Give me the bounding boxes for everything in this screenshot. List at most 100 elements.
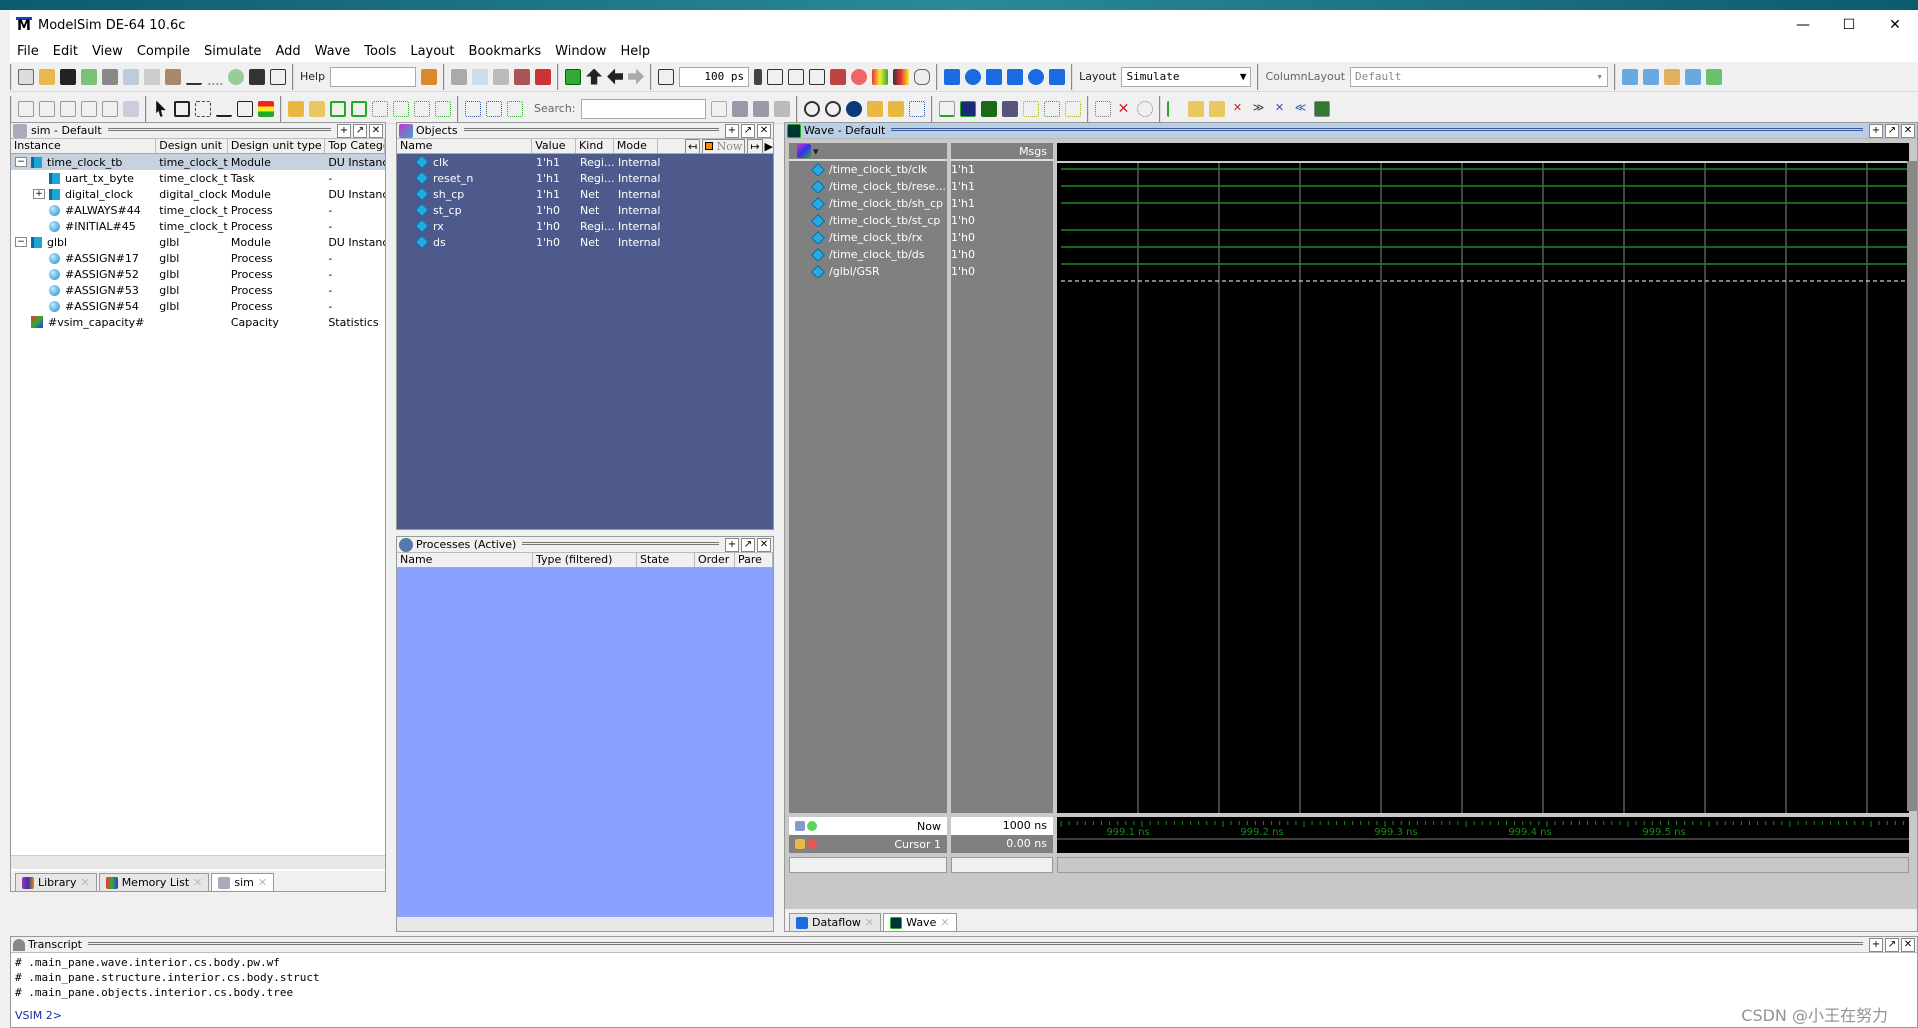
wave-hscrollbar[interactable] [1057, 857, 1909, 873]
filter-inout-icon[interactable] [60, 100, 76, 117]
col-state[interactable]: State [637, 553, 695, 567]
now-button[interactable]: Now [702, 139, 746, 153]
menu-add[interactable]: Add [268, 44, 307, 59]
waveform-canvas[interactable] [1057, 143, 1909, 813]
col-name[interactable]: Name [397, 139, 533, 153]
add-cursor-icon[interactable] [795, 821, 805, 831]
scroll-right-icon[interactable]: ▶ [765, 140, 773, 153]
select-pointer-icon[interactable] [156, 100, 166, 117]
filter-internal-icon[interactable] [81, 100, 97, 117]
pane-grip[interactable] [463, 127, 719, 134]
search-clear-icon[interactable] [773, 100, 790, 117]
pane-grip[interactable] [107, 127, 331, 134]
step-into-icon[interactable] [944, 68, 961, 85]
run-icon[interactable] [767, 68, 784, 85]
next-rising-edge-icon[interactable] [435, 100, 451, 117]
edge-rising-icon[interactable] [1022, 100, 1039, 117]
run-length-input[interactable]: 100 ps [679, 66, 750, 87]
undock-button[interactable]: ↗ [353, 123, 367, 138]
close-tab-icon[interactable]: ✕ [193, 876, 202, 889]
object-row[interactable]: clk 1'h1 Regi... Internal [397, 154, 773, 170]
expand-toggle-icon[interactable]: − [15, 237, 27, 247]
wave-signal-row[interactable]: /time_clock_tb/clk [789, 161, 947, 178]
dock-button[interactable]: + [1869, 937, 1883, 952]
wave-signal-row[interactable]: /glbl/GSR [789, 263, 947, 280]
expand-toggle-icon[interactable]: + [33, 189, 45, 199]
edge-any-icon[interactable] [1043, 100, 1060, 117]
next-time-icon[interactable]: ↦ [747, 139, 763, 153]
lock-icon[interactable] [795, 839, 805, 849]
pan-mode-icon[interactable] [195, 100, 211, 117]
insert-icon[interactable] [237, 100, 253, 117]
object-row[interactable]: sh_cp 1'h1 Net Internal [397, 186, 773, 202]
close-pane-button[interactable]: ✕ [757, 537, 771, 552]
layout-select[interactable]: Simulate ▼ [1121, 66, 1252, 87]
sim-tree-row[interactable]: uart_tx_byte time_clock_tb Task - [11, 170, 385, 186]
pane-grip[interactable] [891, 127, 1863, 134]
up-arrow-icon[interactable] [586, 68, 603, 85]
dock-button[interactable]: + [725, 537, 739, 552]
object-row[interactable]: st_cp 1'h0 Net Internal [397, 202, 773, 218]
sim-hscrollbar[interactable] [11, 855, 385, 869]
prev-rising-edge-icon[interactable] [414, 100, 430, 117]
col-type[interactable]: Type (filtered) [533, 553, 637, 567]
cursor-collapse-icon[interactable]: ≪ [1293, 101, 1309, 117]
copy-icon[interactable] [144, 68, 160, 85]
next-falling-edge-icon[interactable] [393, 100, 409, 117]
wave-signal-row[interactable]: /time_clock_tb/sh_cp [789, 195, 947, 212]
close-pane-button[interactable]: ✕ [369, 123, 383, 138]
search-next-icon[interactable] [752, 100, 769, 117]
undock-button[interactable]: ↗ [1885, 937, 1899, 952]
zoom-full-icon[interactable] [845, 100, 862, 117]
sim-tree-row[interactable]: #ALWAYS#44 time_clock_tb Process - [11, 202, 385, 218]
zoom-in-icon[interactable] [803, 100, 820, 117]
group-icon[interactable] [1094, 100, 1111, 117]
menu-edit[interactable]: Edit [46, 44, 85, 59]
processes-hscrollbar[interactable] [397, 917, 773, 931]
menu-file[interactable]: File [10, 44, 46, 59]
help-search-icon[interactable] [421, 68, 438, 85]
sim-tree-row[interactable]: #ASSIGN#53 glbl Process - [11, 282, 385, 298]
object-row[interactable]: ds 1'h0 Net Internal [397, 234, 773, 250]
filter-all-icon[interactable] [102, 100, 118, 117]
col-instance[interactable]: Instance [11, 139, 157, 153]
step-over-dropdown-icon[interactable] [1028, 68, 1045, 85]
close-button[interactable]: ✕ [1872, 10, 1918, 40]
wave-signal-row[interactable]: /time_clock_tb/ds [789, 246, 947, 263]
sim-tree-row[interactable]: − glbl glbl Module DU Instance [11, 234, 385, 250]
forward-arrow-icon[interactable] [628, 68, 645, 85]
remove-bookmark-icon[interactable] [1643, 68, 1660, 85]
col-parent[interactable]: Pare [735, 553, 773, 567]
menu-view[interactable]: View [85, 44, 130, 59]
transcript-body[interactable]: # .main_pane.wave.interior.cs.body.pw.wf… [11, 953, 1917, 1025]
step-over-icon[interactable] [965, 68, 982, 85]
menu-compile[interactable]: Compile [130, 44, 197, 59]
sim-tree-row[interactable]: #vsim_capacity# Capacity Statistics [11, 314, 385, 330]
memory-icon[interactable] [493, 68, 510, 85]
object-row[interactable]: reset_n 1'h1 Regi... Internal [397, 170, 773, 186]
pane-grip[interactable] [522, 541, 719, 548]
names-hscrollbar[interactable] [789, 857, 947, 873]
col-order[interactable]: Order [695, 553, 735, 567]
print-icon[interactable] [102, 68, 118, 85]
filter-settings-icon[interactable] [123, 100, 139, 117]
col-mode[interactable]: Mode [614, 139, 658, 153]
tab-sim[interactable]: sim ✕ [211, 873, 275, 891]
paste-icon[interactable] [165, 68, 181, 85]
stop-icon[interactable] [851, 68, 868, 85]
col-name[interactable]: Name [397, 553, 533, 567]
cursor-first-icon[interactable] [1166, 100, 1183, 117]
restart-icon[interactable] [658, 68, 675, 85]
traffic-light-icon[interactable] [258, 100, 274, 117]
expand-drivers-icon[interactable] [465, 100, 481, 117]
wave-full-icon[interactable] [980, 100, 997, 117]
sim-tree-row[interactable]: #ASSIGN#54 glbl Process - [11, 298, 385, 314]
edge-falling-icon[interactable] [1064, 100, 1081, 117]
menu-bookmarks[interactable]: Bookmarks [462, 44, 549, 59]
save-bookmark-icon[interactable] [1685, 68, 1702, 85]
dock-button[interactable]: + [337, 123, 351, 138]
zoom-region-icon[interactable] [908, 100, 925, 117]
run-all-icon[interactable] [809, 68, 826, 85]
col-design-unit[interactable]: Design unit [156, 139, 228, 153]
menu-window[interactable]: Window [548, 44, 613, 59]
